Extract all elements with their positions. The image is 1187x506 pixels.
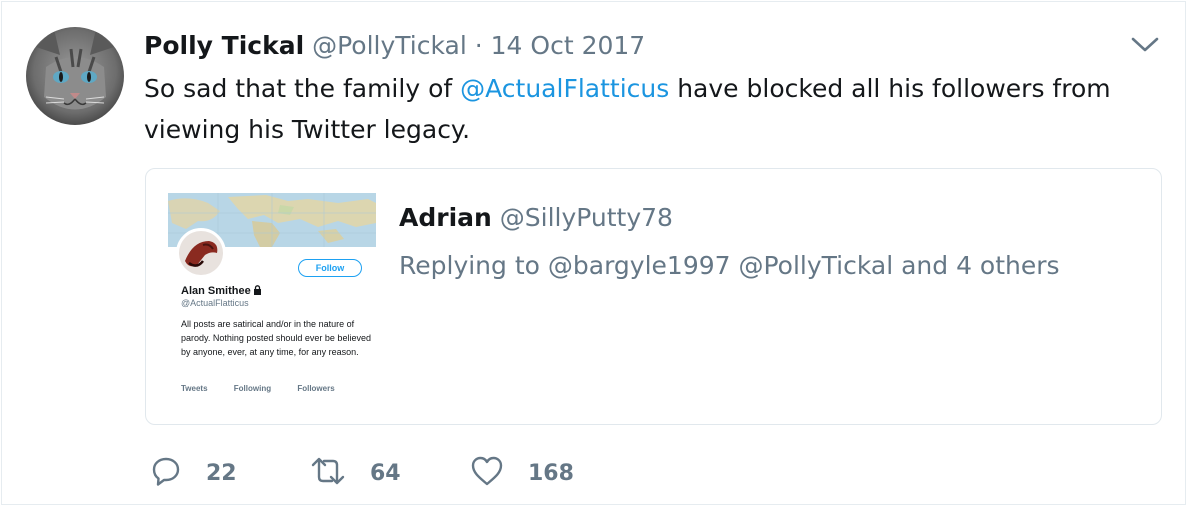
stat-followers: Followers <box>297 384 335 393</box>
quoted-tweet[interactable]: Follow Alan Smithee @ActualFlatticus All… <box>145 168 1162 425</box>
quoted-author-name: Adrian <box>399 203 492 232</box>
retweet-button[interactable]: 64 <box>310 454 401 492</box>
mention-link[interactable]: @ActualFlatticus <box>460 74 669 103</box>
tweet-card[interactable]: Polly Tickal @PollyTickal · 14 Oct 2017 … <box>1 1 1186 505</box>
lock-icon <box>253 285 262 298</box>
profile-name: Alan Smithee <box>181 285 262 298</box>
quoted-header: Adrian @SillyPutty78 <box>399 202 673 234</box>
author-name[interactable]: Polly Tickal <box>144 31 304 60</box>
follow-button: Follow <box>298 259 362 277</box>
author-handle[interactable]: @PollyTickal <box>312 31 467 60</box>
profile-stats: Tweets Following Followers <box>181 384 359 393</box>
heart-icon <box>470 455 504 491</box>
chevron-down-icon[interactable] <box>1130 34 1160 56</box>
retweet-count: 64 <box>370 460 401 486</box>
header-separator: · <box>474 31 483 60</box>
profile-bio: All posts are satirical and/or in the na… <box>181 319 371 357</box>
tweet-date[interactable]: 14 Oct 2017 <box>491 31 646 60</box>
reply-icon <box>150 455 182 491</box>
profile-name-text: Alan Smithee <box>181 285 251 297</box>
stat-following: Following <box>233 384 272 393</box>
like-button[interactable]: 168 <box>470 454 574 492</box>
tweet-text-before: So sad that the family of <box>144 74 461 103</box>
profile-avatar <box>176 228 226 278</box>
profile-handle: @ActualFlatticus <box>181 298 249 308</box>
quoted-author-handle: @SillyPutty78 <box>499 203 673 232</box>
reply-count: 22 <box>206 460 237 486</box>
stat-tweets: Tweets <box>181 384 208 393</box>
reply-button[interactable]: 22 <box>150 454 237 492</box>
quoted-media-profile-card[interactable]: Follow Alan Smithee @ActualFlatticus All… <box>168 193 376 408</box>
author-avatar[interactable] <box>26 27 124 125</box>
quoted-reply-context: Replying to @bargyle1997 @PollyTickal an… <box>399 251 1060 280</box>
retweet-icon <box>310 455 346 491</box>
like-count: 168 <box>528 460 574 486</box>
tweet-text: So sad that the family of @ActualFlattic… <box>144 68 1144 150</box>
tweet-header: Polly Tickal @PollyTickal · 14 Oct 2017 <box>144 30 645 62</box>
